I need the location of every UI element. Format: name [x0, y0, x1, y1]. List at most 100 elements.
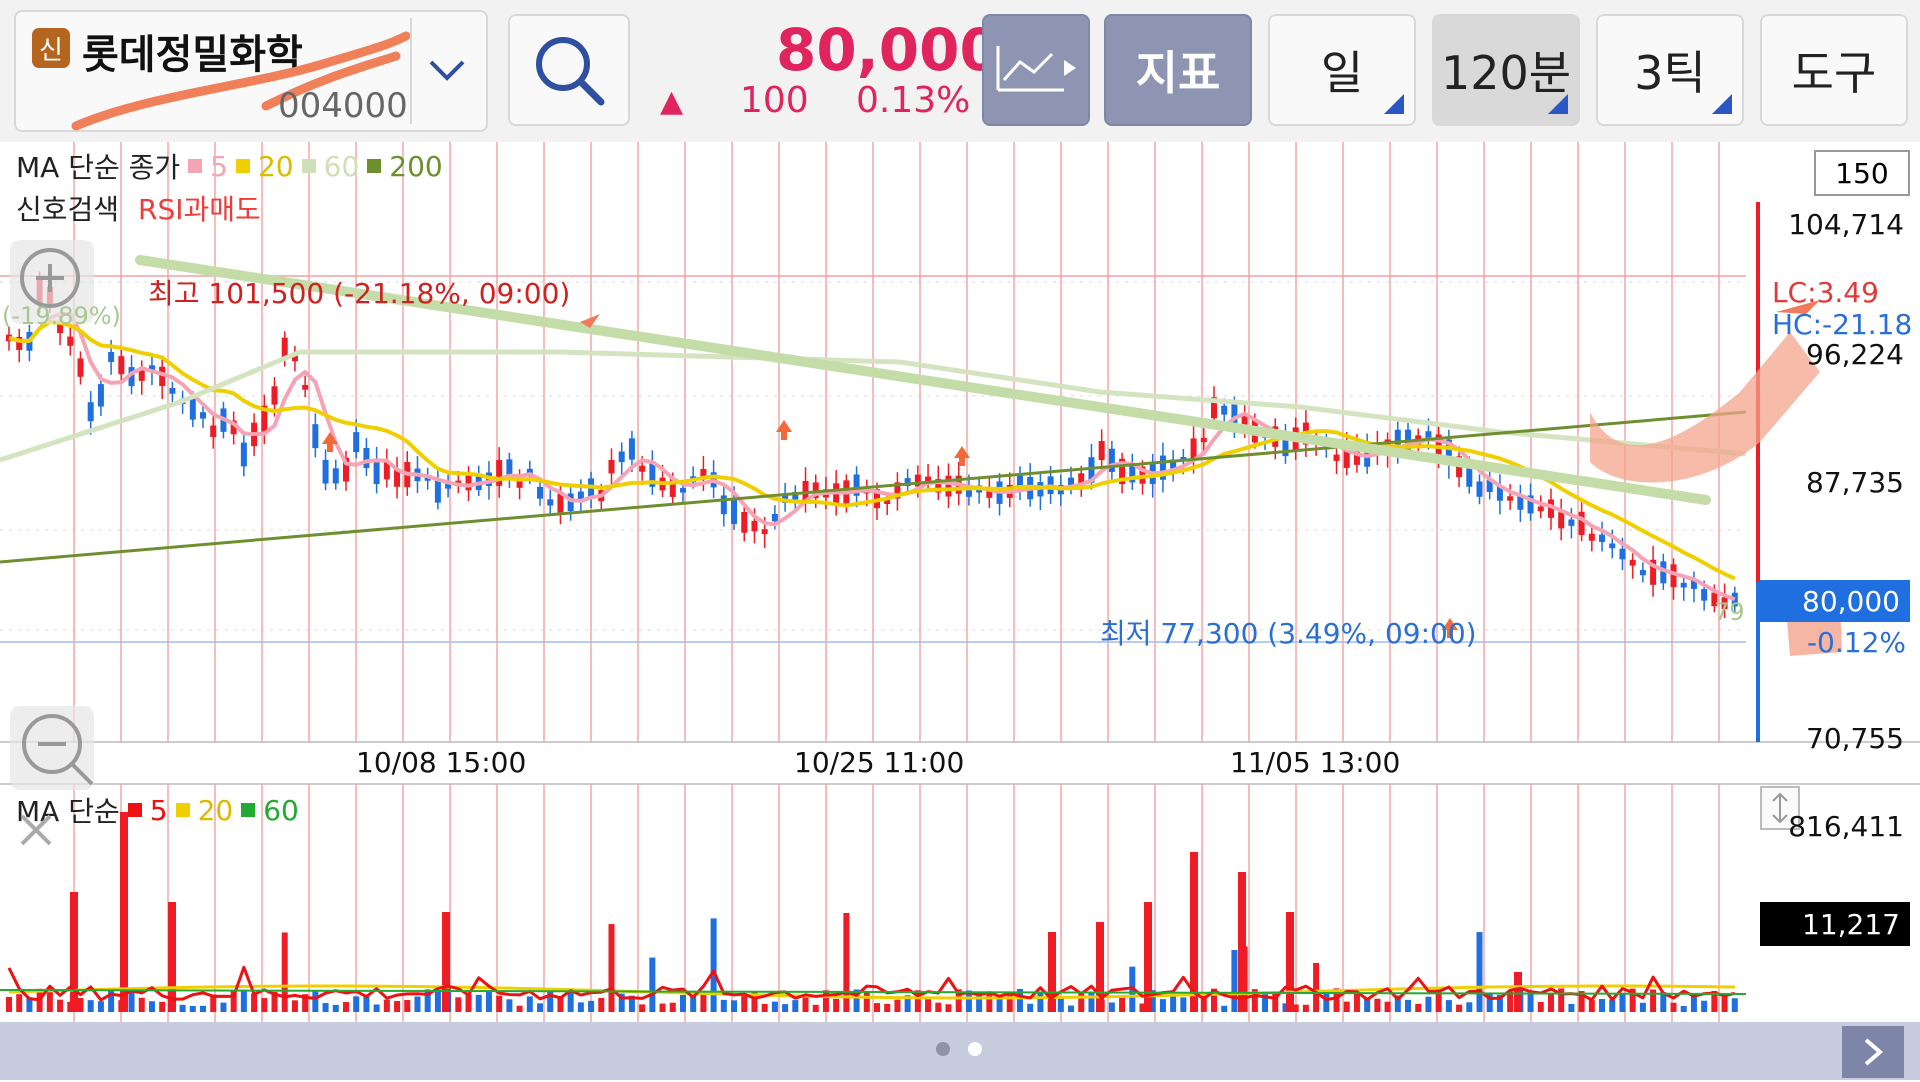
- buy-signal-arrow: [327, 444, 333, 452]
- volume-bar: [138, 997, 145, 1012]
- volume-bar: [465, 994, 472, 1012]
- volume-spike: [1048, 932, 1056, 1012]
- chart-type-button[interactable]: [982, 14, 1090, 126]
- period-minute-button[interactable]: 120분: [1432, 14, 1580, 126]
- volume-bar: [16, 994, 23, 1012]
- volume-bar: [935, 1002, 942, 1012]
- period-day-button[interactable]: 일: [1268, 14, 1416, 126]
- vol-ma5-swatch: [127, 803, 142, 817]
- stock-selector[interactable]: 신 롯데정밀화학 004000: [14, 10, 488, 132]
- close-volume-button[interactable]: [8, 802, 64, 858]
- volume-bar: [639, 1004, 646, 1012]
- top-toolbar: 신 롯데정밀화학 004000 80,000 ▲ 100 0.13% 지표 일 …: [0, 0, 1920, 142]
- volume-bar: [537, 1003, 544, 1012]
- price-ma-title: MA 단순 종가: [16, 151, 181, 184]
- x-tick-3: 11/05 13:00: [1230, 746, 1401, 779]
- stock-dropdown-button[interactable]: [410, 18, 482, 124]
- candle-body: [741, 512, 748, 533]
- dropdown-corner-icon: [1712, 94, 1732, 114]
- volume-bar: [1374, 998, 1381, 1012]
- volume-bar: [1619, 994, 1626, 1012]
- volume-bar: [1405, 999, 1412, 1012]
- candle-body: [1609, 543, 1616, 549]
- volume-bar: [945, 1004, 952, 1012]
- volume-spike: [168, 902, 176, 1012]
- candle-body: [1537, 506, 1544, 512]
- volume-bar: [1180, 997, 1187, 1012]
- volume-bar: [771, 1001, 778, 1012]
- candle-body: [332, 468, 339, 484]
- volume-bar: [1445, 1000, 1452, 1012]
- volume-bar: [608, 924, 615, 1012]
- volume-bar: [874, 1003, 880, 1012]
- candle-body: [516, 480, 523, 488]
- volume-bar: [1476, 932, 1483, 1012]
- volume-bar: [526, 996, 533, 1012]
- indicator-button[interactable]: 지표: [1104, 14, 1252, 126]
- volume-bar: [710, 918, 717, 1012]
- price-ma-legend: MA 단순 종가 5 20 60 200: [16, 146, 443, 186]
- volume-bar: [679, 995, 686, 1012]
- price-change-pct: 0.13%: [856, 80, 971, 121]
- volume-bar: [577, 1002, 584, 1012]
- candle-body: [271, 386, 278, 405]
- current-price: 80,000: [776, 16, 1000, 84]
- volume-bar: [1670, 1002, 1677, 1012]
- close-icon: [20, 814, 52, 846]
- page-indicator-dot-2[interactable]: [968, 1042, 982, 1056]
- volume-bar: [475, 994, 482, 1012]
- chart-area[interactable]: MA 단순 종가 5 20 60 200 신호검색 RSI과매도 150 104…: [0, 142, 1920, 1022]
- volume-bar: [1170, 995, 1177, 1012]
- candle-body: [281, 337, 288, 358]
- candle-body: [118, 356, 125, 375]
- volume-bar: [281, 932, 288, 1012]
- next-page-button[interactable]: [1842, 1026, 1904, 1078]
- search-button[interactable]: [508, 14, 630, 126]
- volume-bar: [1456, 1004, 1463, 1012]
- volume-bar: [1364, 999, 1371, 1012]
- ma20-label: 20: [257, 149, 294, 183]
- volume-bar: [251, 993, 258, 1012]
- candle-body: [679, 488, 686, 493]
- volume-spike: [1514, 972, 1522, 1012]
- candle-body: [547, 499, 554, 506]
- volume-bar: [6, 996, 12, 1012]
- search-icon: [536, 37, 605, 106]
- volume-bar: [588, 1000, 595, 1012]
- candle-body: [434, 479, 441, 503]
- volume-bar: [1588, 1000, 1595, 1012]
- y-tick-3: 87,735: [1806, 466, 1904, 499]
- stock-code: 004000: [278, 86, 408, 126]
- candle-body: [373, 459, 380, 485]
- signal-label: 신호검색: [16, 193, 120, 226]
- volume-bar: [1323, 991, 1330, 1012]
- tick-button[interactable]: 3틱: [1596, 14, 1744, 126]
- volume-bar: [57, 999, 64, 1012]
- lc-label: LC:3.49: [1772, 276, 1879, 309]
- candle-body: [1333, 454, 1340, 461]
- candle-body: [1599, 534, 1606, 542]
- candle-body: [353, 432, 360, 453]
- volume-bar: [782, 1004, 789, 1012]
- ma60-label: 60: [323, 149, 360, 183]
- candle-body: [312, 424, 319, 449]
- x-tick-1: 10/08 15:00: [356, 746, 527, 779]
- right-pct-annotation: 79: [1714, 598, 1745, 626]
- candle-body: [169, 387, 176, 394]
- volume-bar: [1425, 996, 1432, 1012]
- volume-bar: [720, 999, 727, 1012]
- hc-label: HC:-21.18: [1772, 308, 1913, 341]
- volume-bar: [1537, 1002, 1544, 1012]
- candle-body: [1476, 481, 1483, 497]
- volume-spike: [442, 912, 450, 1012]
- page-indicator-dot-1[interactable]: [936, 1042, 950, 1056]
- candle-count-box[interactable]: 150: [1814, 150, 1910, 196]
- volume-bar: [1599, 999, 1606, 1012]
- signal-value[interactable]: RSI과매도: [138, 188, 261, 228]
- volume-bar: [812, 1004, 819, 1012]
- tick-label: 3틱: [1634, 46, 1706, 100]
- tools-button[interactable]: 도구: [1760, 14, 1908, 126]
- buy-signal-arrow: [959, 458, 965, 466]
- zoom-out-button[interactable]: [10, 706, 94, 790]
- candle-body: [1639, 569, 1646, 576]
